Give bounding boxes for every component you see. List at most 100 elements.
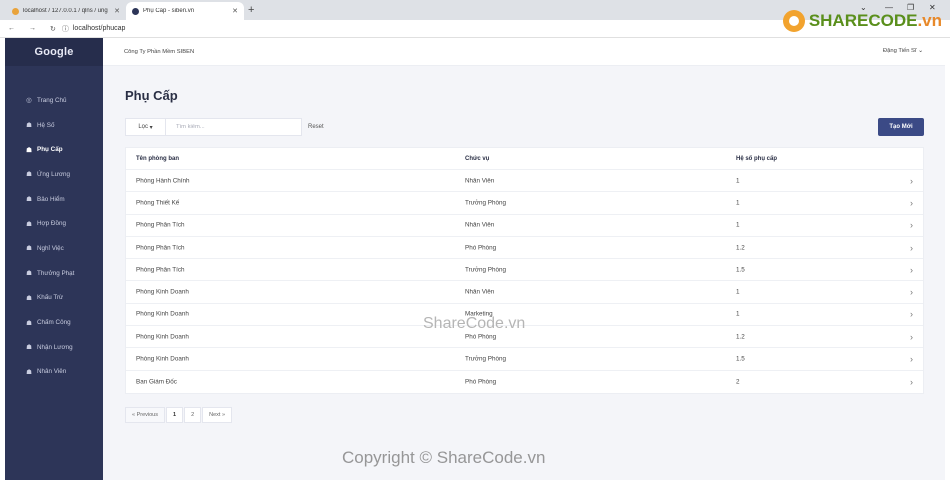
- sidebar-item-nghi-viec[interactable]: ☗ Nghỉ Việc: [5, 236, 103, 261]
- users-icon: ☗: [26, 344, 32, 352]
- sidebar-item-hop-dong[interactable]: ☗ Hợp Đồng: [5, 211, 103, 236]
- column-header: Hệ số phụ cấp: [736, 155, 778, 162]
- position-cell: Nhân Viên: [465, 221, 495, 229]
- phpmyadmin-favicon-icon: [12, 7, 19, 15]
- table-row[interactable]: Phòng Kinh Doanh Nhân Viên 1 ›: [126, 281, 923, 304]
- sidebar-item-label: Chấm Công: [37, 319, 71, 327]
- chevron-right-icon[interactable]: ›: [910, 287, 913, 297]
- close-tab-icon[interactable]: ✕: [114, 7, 120, 15]
- users-icon: ☗: [26, 270, 32, 278]
- close-tab-icon[interactable]: ✕: [232, 7, 238, 15]
- top-bar: Công Ty Phần Mềm SIBEN Đặng Tiến Sĩ ⌄: [103, 38, 945, 66]
- users-icon: ☗: [26, 122, 32, 130]
- coefficient-cell: 1: [736, 221, 740, 229]
- browser-tab-phucap[interactable]: Phụ Cấp - siben.vn ✕: [126, 2, 244, 20]
- department-cell: Phòng Kinh Doanh: [136, 333, 189, 341]
- coefficient-cell: 2: [736, 378, 740, 386]
- chevron-right-icon[interactable]: ›: [910, 309, 913, 319]
- sidebar-menu: ◎ Trang Chủ ☗ Hệ Số ☗ Phụ Cấp ☗ Ứng Lương ☗ B…: [5, 88, 103, 384]
- sidebar-item-ung-luong[interactable]: ☗ Ứng Lương: [5, 162, 103, 187]
- company-name: Công Ty Phần Mềm SIBEN: [124, 49, 195, 55]
- chevron-right-icon[interactable]: ›: [910, 377, 913, 387]
- next-page-button[interactable]: Next »: [202, 407, 233, 423]
- sidebar: Google ◎ Trang Chủ ☗ Hệ Số ☗ Phụ Cấp ☗ Ứng L…: [5, 38, 103, 480]
- users-icon: ☗: [26, 319, 32, 327]
- browser-tab-phpmyadmin[interactable]: localhost / 127.0.0.1 / qlns / ung ✕: [6, 2, 126, 20]
- chevron-right-icon[interactable]: ›: [910, 198, 913, 208]
- position-cell: Trưởng Phòng: [465, 199, 507, 207]
- chevron-right-icon[interactable]: ›: [910, 354, 913, 364]
- chevron-right-icon[interactable]: ›: [910, 176, 913, 186]
- sidebar-item-khau-tru[interactable]: ☗ Khấu Trừ: [5, 286, 103, 311]
- coefficient-cell: 1.5: [736, 355, 745, 363]
- table-row[interactable]: Phòng Thiết Kế Trưởng Phòng 1 ›: [126, 192, 923, 215]
- table-row[interactable]: Phòng Phân Tích Nhân Viên 1 ›: [126, 215, 923, 237]
- sidebar-item-bao-hiem[interactable]: ☗ Bảo Hiểm: [5, 187, 103, 212]
- users-icon: ☗: [26, 368, 32, 376]
- users-icon: ☗: [26, 146, 32, 154]
- filter-dropdown[interactable]: Lọc ▾: [125, 118, 165, 136]
- sidebar-item-nhan-luong[interactable]: ☗ Nhận Lương: [5, 335, 103, 360]
- sidebar-item-label: Nhân Viên: [37, 368, 67, 376]
- sidebar-item-thuong-phat[interactable]: ☗ Thưởng Phạt: [5, 261, 103, 286]
- new-tab-icon[interactable]: +: [248, 4, 254, 16]
- search-input[interactable]: [165, 118, 302, 136]
- position-cell: Trưởng Phòng: [465, 355, 507, 363]
- back-icon[interactable]: ←: [8, 25, 15, 32]
- department-cell: Phòng Phân Tích: [136, 266, 185, 274]
- chevron-right-icon[interactable]: ›: [910, 220, 913, 230]
- logo-domain: .vn: [917, 11, 942, 30]
- column-header: Chức vụ: [465, 155, 490, 162]
- user-name: Đặng Tiến Sĩ: [883, 48, 917, 54]
- page-1-button[interactable]: 1: [166, 407, 184, 423]
- department-cell: Phòng Kinh Doanh: [136, 310, 189, 318]
- chevron-right-icon[interactable]: ›: [910, 243, 913, 253]
- table-row[interactable]: Phòng Kinh Doanh Trưởng Phòng 1.5 ›: [126, 348, 923, 371]
- sharecode-logo-icon: [782, 10, 805, 32]
- department-cell: Phòng Kinh Doanh: [136, 355, 189, 363]
- coefficient-cell: 1: [736, 310, 740, 318]
- position-cell: Nhân Viên: [465, 177, 495, 185]
- filter-label: Lọc: [138, 124, 148, 130]
- reload-icon[interactable]: ↻: [50, 25, 56, 33]
- chevron-right-icon[interactable]: ›: [910, 332, 913, 342]
- sidebar-item-label: Hệ Số: [37, 121, 55, 129]
- forward-icon[interactable]: →: [29, 25, 36, 32]
- table-row[interactable]: Ban Giám Đốc Phó Phòng 2 ›: [126, 371, 923, 393]
- filter-bar: Lọc ▾ Reset: [125, 118, 324, 136]
- pagination: « Previous 1 2 Next »: [125, 407, 233, 423]
- table-row[interactable]: Phòng Phân Tích Phó Phòng 1.2 ›: [126, 237, 923, 260]
- chevron-right-icon[interactable]: ›: [910, 265, 913, 275]
- user-menu[interactable]: Đặng Tiến Sĩ ⌄: [883, 48, 923, 54]
- create-button[interactable]: Tạo Mới: [878, 118, 924, 136]
- sidebar-item-cham-cong[interactable]: ☗ Chấm Công: [5, 310, 103, 335]
- info-icon[interactable]: ⓘ: [62, 24, 69, 34]
- page-title: Phụ Cấp: [125, 88, 178, 103]
- site-favicon-icon: [132, 7, 139, 15]
- table-row[interactable]: Phòng Phân Tích Trưởng Phòng 1.5 ›: [126, 259, 923, 282]
- previous-page-button[interactable]: « Previous: [125, 407, 165, 423]
- url-field[interactable]: localhost/phucap: [73, 25, 126, 32]
- sidebar-item-label: Nhận Lương: [37, 343, 73, 351]
- sidebar-item-phu-cap[interactable]: ☗ Phụ Cấp: [5, 137, 103, 162]
- department-cell: Ban Giám Đốc: [136, 378, 177, 386]
- position-cell: Phó Phòng: [465, 333, 497, 341]
- sidebar-item-nhan-vien[interactable]: ☗ Nhân Viên: [5, 360, 103, 385]
- sidebar-item-label: Trang Chủ: [37, 96, 67, 104]
- position-cell: Trưởng Phòng: [465, 266, 507, 274]
- sharecode-watermark-logo: SHARECODE .vn: [782, 10, 942, 32]
- reset-link[interactable]: Reset: [308, 124, 324, 130]
- sidebar-item-label: Nghỉ Việc: [37, 244, 64, 252]
- coefficient-cell: 1: [736, 177, 740, 185]
- main-content: Phụ Cấp Lọc ▾ Reset Tạo Mới Tên phòng ba…: [103, 66, 945, 480]
- users-icon: ☗: [26, 171, 32, 179]
- coefficient-cell: 1: [736, 199, 740, 207]
- table-row[interactable]: Phòng Hành Chính Nhân Viên 1 ›: [126, 170, 923, 193]
- users-icon: ☗: [26, 220, 32, 228]
- coefficient-cell: 1.2: [736, 244, 745, 252]
- department-cell: Phòng Kinh Doanh: [136, 288, 189, 296]
- sidebar-item-he-so[interactable]: ☗ Hệ Số: [5, 113, 103, 138]
- sidebar-item-trang-chu[interactable]: ◎ Trang Chủ: [5, 88, 103, 113]
- page-2-button[interactable]: 2: [184, 407, 202, 423]
- sidebar-logo[interactable]: Google: [5, 38, 103, 66]
